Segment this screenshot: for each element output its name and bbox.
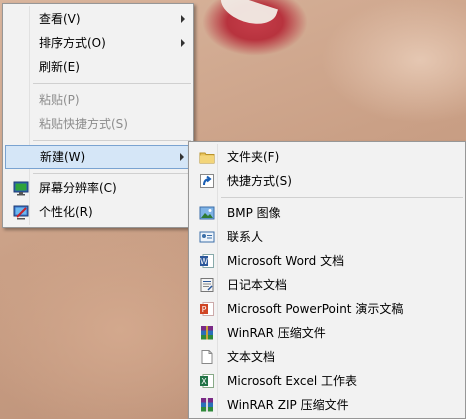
svg-text:X: X [201,377,207,386]
menu-item-sort-by[interactable]: 排序方式(O) [5,31,191,55]
submenu-item-label: 日记本文档 [227,278,288,292]
submenu-item-label: WinRAR ZIP 压缩文件 [227,398,349,412]
submenu-item-word[interactable]: W Microsoft Word 文档 [191,249,463,273]
submenu-item-label: 快捷方式(S) [227,174,292,188]
menu-item-label: 粘贴(P) [39,93,80,107]
submenu-item-contact[interactable]: 联系人 [191,225,463,249]
wallpaper-detail [216,0,278,31]
submenu-item-winrar-zip[interactable]: WinRAR ZIP 压缩文件 [191,393,463,417]
menu-item-label: 刷新(E) [39,60,80,74]
menu-item-new[interactable]: 新建(W) [5,145,191,169]
submenu-item-label: WinRAR 压缩文件 [227,326,326,340]
menu-item-label: 排序方式(O) [39,36,106,50]
menu-item-label: 粘贴快捷方式(S) [39,117,128,131]
powerpoint-icon: P [200,302,214,316]
submenu-item-excel[interactable]: X Microsoft Excel 工作表 [191,369,463,393]
contact-icon [199,231,215,243]
menu-separator [33,83,191,84]
submenu-item-label: 文件夹(F) [227,150,280,164]
personalize-icon [13,205,29,220]
menu-item-screen-resolution[interactable]: 屏幕分辨率(C) [5,176,191,200]
excel-icon: X [200,374,214,388]
menu-item-label: 屏幕分辨率(C) [39,181,117,195]
svg-text:W: W [200,257,208,266]
submenu-item-powerpoint[interactable]: P Microsoft PowerPoint 演示文稿 [191,297,463,321]
bitmap-icon [199,206,215,220]
submenu-item-label: 文本文档 [227,350,276,364]
submenu-item-winrar[interactable]: WinRAR 压缩文件 [191,321,463,345]
menu-item-paste-shortcut[interactable]: 粘贴快捷方式(S) [5,112,191,136]
svg-text:P: P [202,305,207,314]
menu-item-label: 新建(W) [40,150,86,164]
word-icon: W [200,254,214,268]
menu-separator [33,173,191,174]
submenu-item-label: Microsoft PowerPoint 演示文稿 [227,302,404,316]
submenu-item-label: 联系人 [227,230,264,244]
text-document-icon [201,350,213,364]
menu-item-view[interactable]: 查看(V) [5,7,191,31]
menu-separator [221,197,463,198]
menu-item-personalize[interactable]: 个性化(R) [5,200,191,224]
winrar-icon [201,326,213,340]
menu-separator [33,140,191,141]
submenu-item-folder[interactable]: 文件夹(F) [191,145,463,169]
submenu-arrow-icon [181,39,185,47]
menu-item-paste[interactable]: 粘贴(P) [5,88,191,112]
new-submenu: 文件夹(F) 快捷方式(S) BMP 图像 联系人 W Microsoft Wo… [188,141,466,419]
submenu-item-shortcut[interactable]: 快捷方式(S) [191,169,463,193]
submenu-arrow-icon [180,153,184,161]
journal-icon [200,278,214,292]
menu-item-label: 个性化(R) [39,205,93,219]
display-icon [13,181,29,196]
submenu-item-label: Microsoft Excel 工作表 [227,374,358,388]
submenu-item-journal[interactable]: 日记本文档 [191,273,463,297]
winrar-zip-icon [201,398,213,412]
submenu-item-bmp[interactable]: BMP 图像 [191,201,463,225]
folder-icon [199,152,215,164]
submenu-item-label: BMP 图像 [227,206,281,220]
submenu-item-text-document[interactable]: 文本文档 [191,345,463,369]
menu-item-label: 查看(V) [39,12,81,26]
shortcut-icon [200,174,214,188]
submenu-arrow-icon [181,15,185,23]
desktop-context-menu: 查看(V) 排序方式(O) 刷新(E) 粘贴(P) 粘贴快捷方式(S) 新建(W… [2,3,194,228]
menu-item-refresh[interactable]: 刷新(E) [5,55,191,79]
submenu-item-label: Microsoft Word 文档 [227,254,345,268]
